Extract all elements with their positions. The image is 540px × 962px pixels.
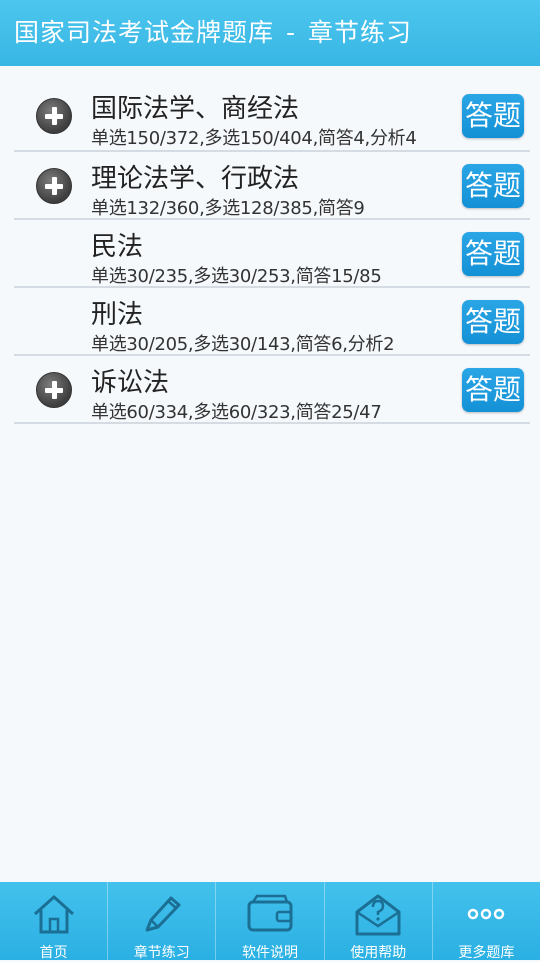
chapter-row: 国际法学、商经法 单选150/372,多选150/404,简答4,分析4 答题 xyxy=(14,82,530,152)
nav-more-banks[interactable]: 更多题库 xyxy=(433,882,540,961)
chapter-name: 刑法 xyxy=(91,300,144,330)
section-title: 章节练习 xyxy=(308,18,413,47)
chapter-name: 国际法学、商经法 xyxy=(91,94,300,124)
title-separator: - xyxy=(286,18,297,47)
chapter-name: 理论法学、行政法 xyxy=(91,164,300,194)
chapter-row: 诉讼法 单选60/334,多选60/323,简答25/47 答题 xyxy=(14,356,530,424)
chapter-row: 民法 单选30/235,多选30/253,简答15/85 答题 xyxy=(14,220,530,288)
nav-software-info-label: 软件说明 xyxy=(242,945,298,961)
nav-chapter-practice-label: 章节练习 xyxy=(133,945,190,961)
help-envelope-icon xyxy=(355,894,401,936)
expand-plus-icon[interactable] xyxy=(36,372,72,408)
answer-button[interactable]: 答题 xyxy=(462,368,524,412)
wallet-icon xyxy=(247,894,293,932)
chapter-stats: 单选150/372,多选150/404,简答4,分析4 xyxy=(91,128,417,149)
more-dots-icon xyxy=(468,908,505,920)
expand-plus-icon[interactable] xyxy=(36,168,72,204)
chapter-name: 诉讼法 xyxy=(91,368,170,398)
chapter-stats: 单选132/360,多选128/385,简答9 xyxy=(91,198,365,219)
answer-button[interactable]: 答题 xyxy=(462,164,524,208)
chapter-list: 国际法学、商经法 单选150/372,多选150/404,简答4,分析4 答题 … xyxy=(14,82,530,424)
nav-help-label: 使用帮助 xyxy=(350,945,407,961)
chapter-name: 民法 xyxy=(91,232,144,262)
pencil-icon xyxy=(145,896,181,932)
nav-more-banks-label: 更多题库 xyxy=(458,945,515,961)
chapter-stats: 单选60/334,多选60/323,简答25/47 xyxy=(91,402,382,423)
nav-home-label: 首页 xyxy=(39,945,68,961)
expand-plus-icon[interactable] xyxy=(36,98,72,134)
answer-button[interactable]: 答题 xyxy=(462,232,524,276)
bottom-nav: 首页 章节练习 软件说明 使用帮助 更多题库 xyxy=(0,882,540,961)
answer-button[interactable]: 答题 xyxy=(462,94,524,138)
home-icon xyxy=(33,895,74,934)
title-bar: 国家司法考试金牌题库 - 章节练习 xyxy=(0,0,540,66)
nav-help[interactable]: 使用帮助 xyxy=(325,882,433,961)
nav-chapter-practice[interactable]: 章节练习 xyxy=(108,882,217,961)
app-title: 国家司法考试金牌题库 xyxy=(14,18,275,47)
answer-button[interactable]: 答题 xyxy=(462,300,524,344)
chapter-stats: 单选30/205,多选30/143,简答6,分析2 xyxy=(91,334,395,355)
nav-software-info[interactable]: 软件说明 xyxy=(216,882,325,961)
nav-home[interactable]: 首页 xyxy=(0,882,109,961)
chapter-row: 理论法学、行政法 单选132/360,多选128/385,简答9 答题 xyxy=(14,152,530,220)
chapter-stats: 单选30/235,多选30/253,简答15/85 xyxy=(91,266,382,287)
chapter-row: 刑法 单选30/205,多选30/143,简答6,分析2 答题 xyxy=(14,288,530,356)
